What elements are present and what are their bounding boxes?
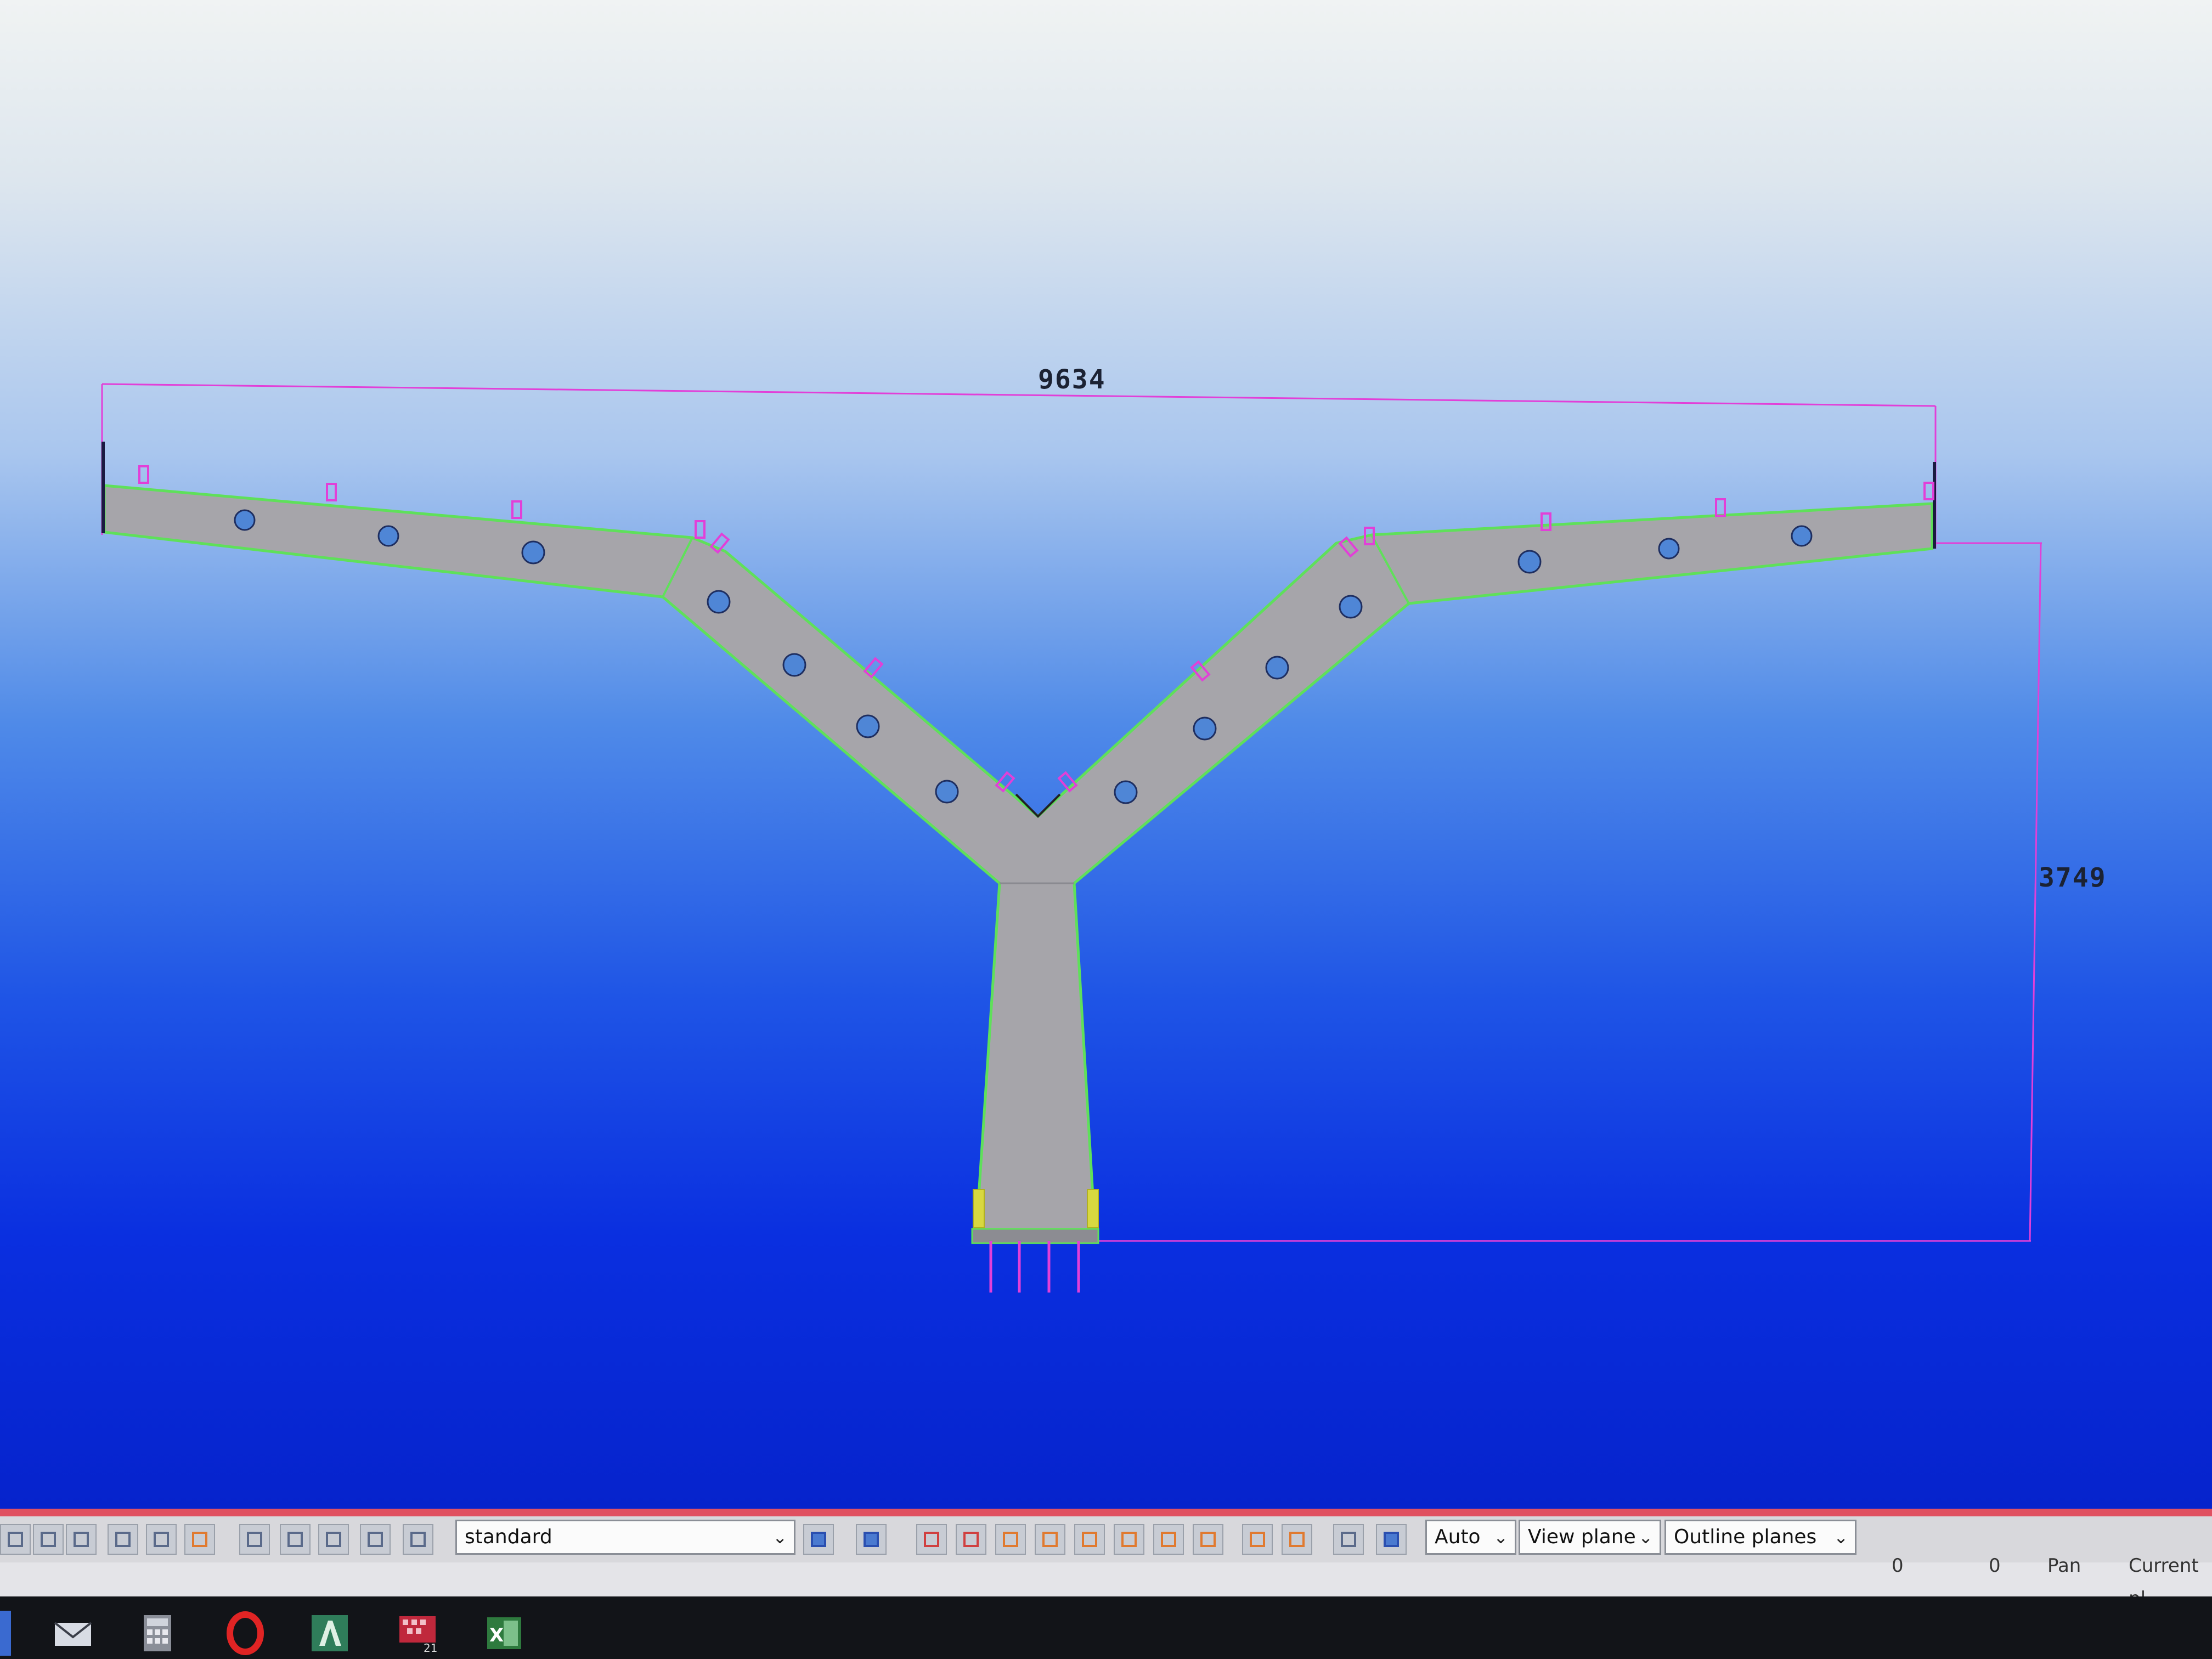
snap-perpendicular-icon[interactable] [1114,1524,1144,1555]
snap-geometry-icon[interactable] [280,1524,311,1555]
stiffener-left [973,1189,985,1228]
status-coord-x: 0 [1892,1555,1904,1577]
snap-nearest-icon[interactable] [403,1524,433,1555]
calculator-icon[interactable] [135,1611,180,1656]
snap-circle-icon[interactable] [995,1524,1026,1555]
chevron-down-icon: ⌄ [772,1527,787,1548]
snap-override-icon[interactable] [1282,1524,1312,1555]
status-coord-y: 0 [1989,1555,2001,1577]
chevron-down-icon: ⌄ [1638,1527,1653,1548]
selection-filter-select[interactable]: standard ⌄ [455,1520,795,1555]
start-button-edge[interactable] [0,1611,11,1656]
excel-icon[interactable]: X [482,1611,527,1656]
model-viewport[interactable]: 9634 3749 [0,0,2212,1509]
snap-intersection-icon[interactable] [1074,1524,1105,1555]
select-all-icon[interactable] [0,1524,31,1555]
status-bar [0,1562,2212,1596]
svg-text:X: X [489,1624,504,1646]
select-assembly-icon[interactable] [146,1524,177,1555]
snap-center-point-icon[interactable] [956,1524,986,1555]
snap-reference-icon[interactable] [239,1524,270,1555]
anchor-bolts [989,1241,1080,1293]
select-part-icon[interactable] [108,1524,138,1555]
model-drawing[interactable] [0,0,2212,1509]
width-dimension-line [101,383,1936,407]
mail-icon[interactable] [50,1611,95,1656]
stiffener-right [1087,1189,1099,1228]
width-dimension-label: 9634 [1038,364,1106,395]
tekla-structures-icon[interactable]: 21 [395,1611,440,1656]
select-weld-icon[interactable] [184,1524,215,1555]
snap-free-icon[interactable] [1242,1524,1273,1555]
autocad-icon[interactable] [307,1611,352,1656]
filter-settings-icon[interactable] [803,1524,834,1555]
snap-center-icon[interactable] [318,1524,349,1555]
outline-planes-select[interactable]: Outline planes ⌄ [1664,1520,1857,1555]
select-view-icon[interactable] [66,1524,97,1555]
view-plane-select-value: View plane [1528,1526,1636,1548]
snap-plane-icon[interactable] [1333,1524,1364,1555]
snap-line-extension-icon[interactable] [1153,1524,1184,1555]
select-grid-icon[interactable] [33,1524,64,1555]
pointer-select-icon[interactable] [856,1524,887,1555]
snap-midpoint-icon[interactable] [360,1524,391,1555]
status-mode: Pan [2047,1555,2081,1577]
snap-workplane-icon[interactable] [1376,1524,1407,1555]
taskbar-badge: 21 [424,1641,438,1655]
opera-browser-icon[interactable] [223,1611,268,1656]
auto-select-value: Auto [1435,1526,1481,1548]
snap-end-point-icon[interactable] [916,1524,947,1555]
auto-select[interactable]: Auto ⌄ [1425,1520,1516,1555]
chevron-down-icon: ⌄ [1833,1527,1848,1548]
view-plane-select[interactable]: View plane ⌄ [1519,1520,1661,1555]
y-beam-part[interactable] [103,484,1934,1243]
snap-triangle-icon[interactable] [1035,1524,1065,1555]
chevron-down-icon: ⌄ [1493,1527,1508,1548]
selection-filter-value: standard [465,1526,552,1548]
outline-planes-select-value: Outline planes [1674,1526,1817,1548]
snap-any-position-icon[interactable] [1193,1524,1223,1555]
height-dimension-label: 3749 [2039,862,2107,893]
window-border-strip [0,1509,2212,1516]
